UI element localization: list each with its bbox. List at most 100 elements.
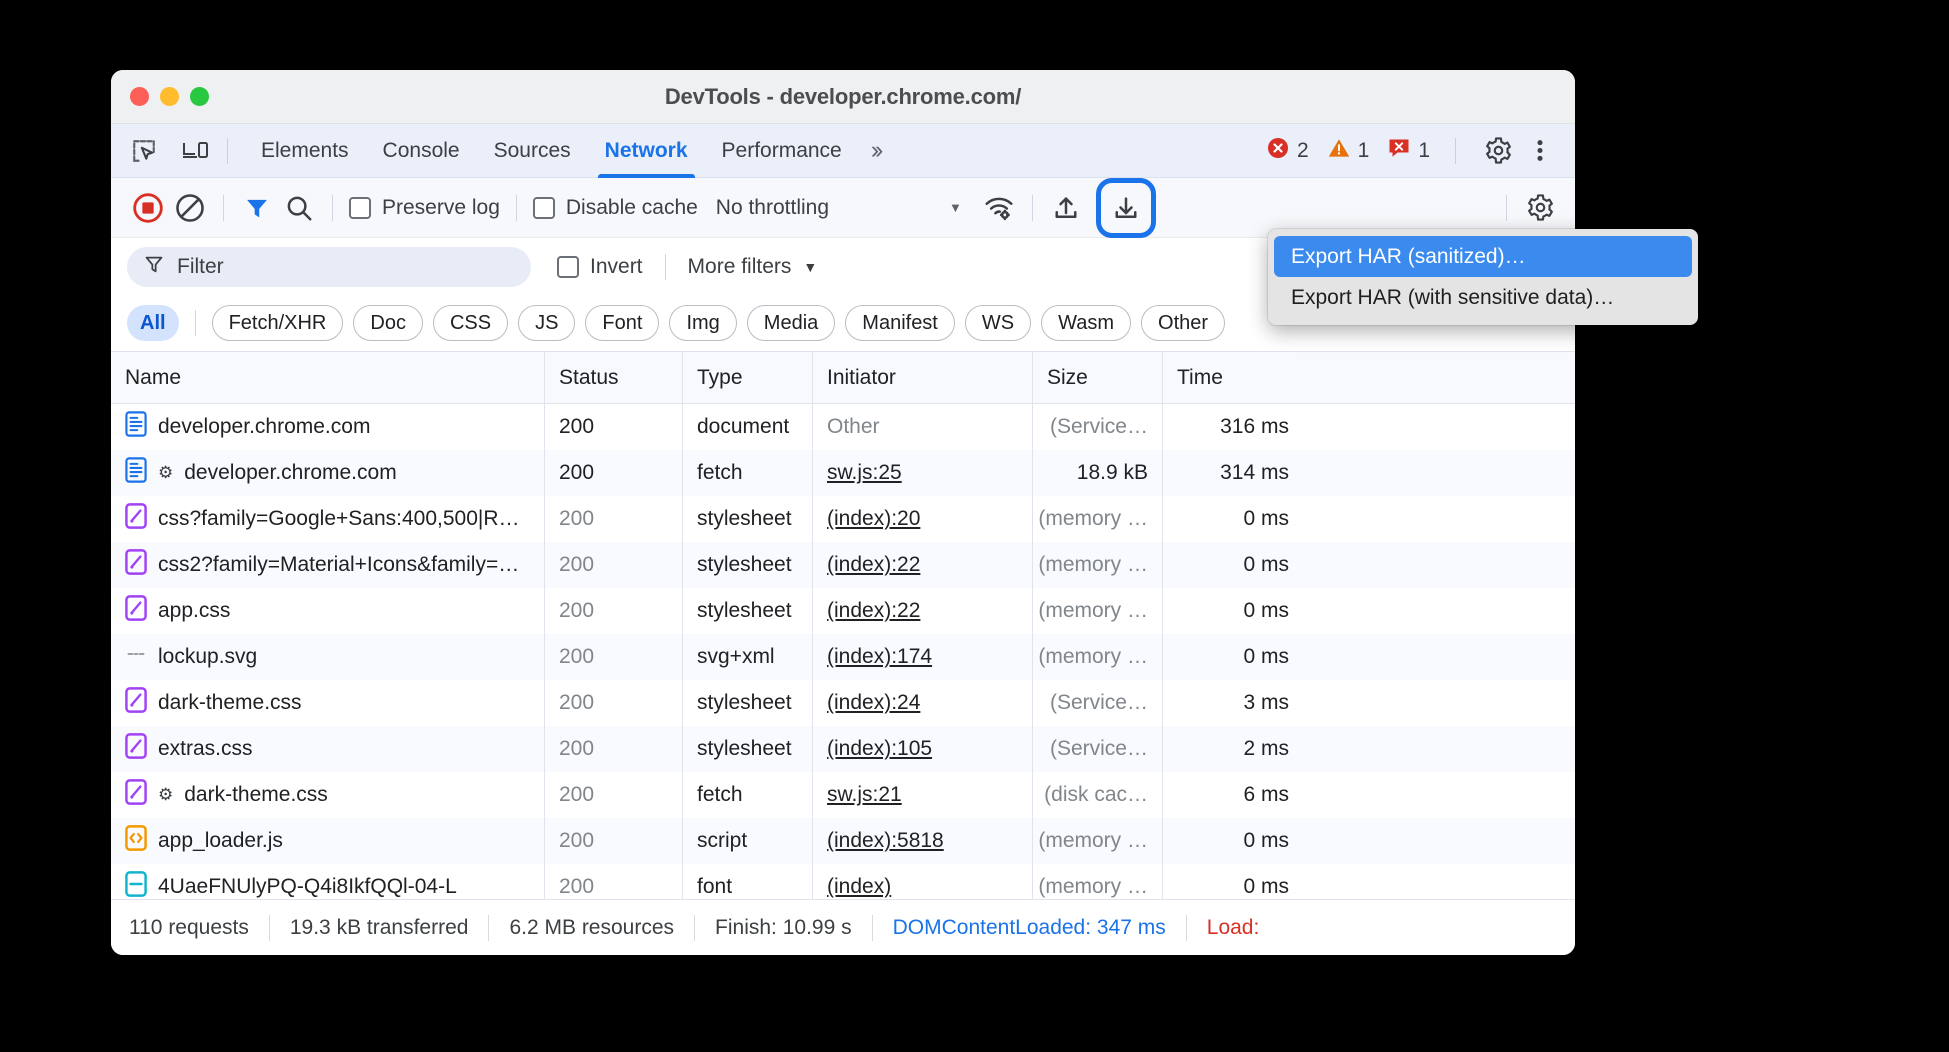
service-worker-gear-icon: ⚙ [158,785,173,805]
table-row[interactable]: css?family=Google+Sans:400,500|R… 200 st… [111,496,1575,542]
throttling-select[interactable]: No throttling ▼ [716,196,962,220]
invert-checkbox[interactable]: Invert [557,255,643,279]
inspect-element-icon[interactable] [129,136,159,166]
initiator-value[interactable]: (index):22 [827,599,920,623]
cell-size: (memory … [1033,542,1163,588]
network-conditions-wifi-icon[interactable] [978,187,1020,229]
initiator-value[interactable]: (index):174 [827,645,932,669]
request-name: 4UaeFNUlyPQ-Q4i8IkfQQl-04-L [158,875,457,899]
chip-manifest[interactable]: Manifest [845,305,955,341]
chip-doc[interactable]: Doc [353,305,423,341]
chip-img[interactable]: Img [669,305,736,341]
cell-size: (memory … [1033,634,1163,680]
stylesheet-icon [125,503,147,535]
record-stop-icon[interactable] [127,187,169,229]
invert-checkbox-box [557,256,579,278]
column-header-status[interactable]: Status [545,352,683,403]
request-name: css2?family=Material+Icons&family=… [158,553,519,577]
chip-fetch-xhr[interactable]: Fetch/XHR [212,305,344,341]
tab-elements[interactable]: Elements [244,124,366,178]
script-icon [125,825,147,857]
image-icon [125,641,147,673]
tab-sources[interactable]: Sources [477,124,588,178]
preserve-log-checkbox[interactable]: Preserve log [349,196,500,220]
table-row[interactable]: extras.css 200 stylesheet (index):105 (S… [111,726,1575,772]
error-counter[interactable]: 2 [1257,136,1318,166]
document-icon [125,411,147,443]
cell-time: 2 ms [1163,726,1303,772]
table-row[interactable]: dark-theme.css 200 stylesheet (index):24… [111,680,1575,726]
request-name: developer.chrome.com [158,415,370,439]
request-name: app.css [158,599,230,623]
device-toolbar-icon[interactable] [181,136,211,166]
cell-initiator[interactable]: (index):5818 [813,818,1033,864]
minimize-window-button[interactable] [160,87,179,106]
chip-ws[interactable]: WS [965,305,1031,341]
filter-divider [665,254,666,280]
initiator-value[interactable]: sw.js:25 [827,461,902,485]
cell-status: 200 [545,542,683,588]
cell-time: 316 ms [1163,404,1303,450]
initiator-value[interactable]: (index):20 [827,507,920,531]
export-har-context-menu: Export HAR (sanitized)… Export HAR (with… [1268,229,1698,325]
cell-initiator[interactable]: (index):105 [813,726,1033,772]
chip-css[interactable]: CSS [433,305,508,341]
column-header-size[interactable]: Size [1033,352,1163,403]
tab-performance[interactable]: Performance [705,124,859,178]
menu-item-export-har-sanitized[interactable]: Export HAR (sanitized)… [1274,236,1692,277]
export-har-download-button[interactable] [1105,187,1147,229]
close-window-button[interactable] [130,87,149,106]
filter-input[interactable]: Filter [127,247,531,287]
import-har-upload-icon[interactable] [1045,187,1087,229]
chip-all[interactable]: All [127,305,179,341]
warning-counter[interactable]: 1 [1318,136,1379,166]
chip-wasm[interactable]: Wasm [1041,305,1131,341]
initiator-value[interactable]: (index):105 [827,737,932,761]
more-filters-dropdown[interactable]: More filters ▼ [688,255,818,279]
cell-size: (Service… [1033,404,1163,450]
disable-cache-checkbox[interactable]: Disable cache [533,196,698,220]
table-row[interactable]: app_loader.js 200 script (index):5818 (m… [111,818,1575,864]
search-magnifier-icon[interactable] [278,187,320,229]
column-header-type[interactable]: Type [683,352,813,403]
cell-initiator[interactable]: (index):22 [813,588,1033,634]
more-tabs-chevron-icon[interactable]: ›› [859,136,892,165]
cell-initiator[interactable]: (index):174 [813,634,1033,680]
cell-initiator[interactable]: sw.js:21 [813,772,1033,818]
maximize-window-button[interactable] [190,87,209,106]
tab-console[interactable]: Console [366,124,477,178]
column-header-initiator[interactable]: Initiator [813,352,1033,403]
column-header-name[interactable]: Name [111,352,545,403]
network-settings-gear-icon[interactable] [1519,187,1561,229]
initiator-value[interactable]: (index) [827,875,891,899]
table-row[interactable]: ⚙ dark-theme.css 200 fetch sw.js:21 (dis… [111,772,1575,818]
column-header-time[interactable]: Time [1163,352,1303,403]
chip-js[interactable]: JS [518,305,575,341]
table-row[interactable]: css2?family=Material+Icons&family=… 200 … [111,542,1575,588]
filter-funnel-icon[interactable] [236,187,278,229]
cell-initiator[interactable]: (index):20 [813,496,1033,542]
table-row[interactable]: ⚙ developer.chrome.com 200 fetch sw.js:2… [111,450,1575,496]
clear-requests-icon[interactable] [169,187,211,229]
table-row[interactable]: developer.chrome.com 200 document Other … [111,404,1575,450]
request-name: extras.css [158,737,253,761]
tab-network[interactable]: Network [588,124,705,178]
chip-font[interactable]: Font [585,305,659,341]
menu-item-export-har-sensitive[interactable]: Export HAR (with sensitive data)… [1274,277,1692,318]
settings-gear-icon[interactable] [1472,136,1525,165]
initiator-value: Other [827,415,880,439]
issue-counter[interactable]: 1 [1378,136,1439,166]
chip-other[interactable]: Other [1141,305,1225,341]
initiator-value[interactable]: (index):5818 [827,829,944,853]
cell-initiator[interactable]: (index):22 [813,542,1033,588]
initiator-value[interactable]: (index):24 [827,691,920,715]
table-row[interactable]: lockup.svg 200 svg+xml (index):174 (memo… [111,634,1575,680]
initiator-value[interactable]: (index):22 [827,553,920,577]
more-options-three-dots-icon[interactable] [1525,136,1561,165]
chip-media[interactable]: Media [747,305,835,341]
table-row[interactable]: app.css 200 stylesheet (index):22 (memor… [111,588,1575,634]
initiator-value[interactable]: sw.js:21 [827,783,902,807]
toolbar-divider-3 [223,195,224,221]
cell-initiator[interactable]: (index):24 [813,680,1033,726]
cell-initiator[interactable]: sw.js:25 [813,450,1033,496]
